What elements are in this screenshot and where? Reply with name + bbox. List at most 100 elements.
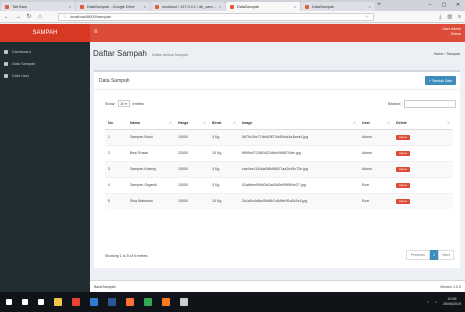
taskview-icon[interactable] <box>38 299 44 305</box>
xampp-icon[interactable] <box>162 298 170 306</box>
breadcrumb[interactable]: Home › Sampah <box>434 52 460 56</box>
tab-close-icon[interactable]: × <box>219 4 221 9</box>
word-icon[interactable] <box>108 298 116 306</box>
search-input[interactable] <box>404 100 456 108</box>
page-length-select[interactable]: 10 ▾ <box>117 100 130 107</box>
library-icon[interactable]: ▥ <box>447 14 452 20</box>
column-header[interactable]: Harga ⇅ <box>175 118 209 130</box>
menu-toggle-icon[interactable]: ≡ <box>94 29 98 35</box>
new-tab-icon[interactable]: + <box>375 2 383 11</box>
page-1-button[interactable]: 1 <box>430 250 438 260</box>
entries-label: entries <box>132 101 144 106</box>
clock[interactable]: 10:56 26/06/2019 <box>443 297 461 307</box>
menu-icon[interactable]: ≡ <box>458 14 461 20</box>
next-page-button[interactable]: Next <box>438 250 454 260</box>
forward-icon[interactable]: → <box>15 14 21 20</box>
sort-icon[interactable]: ⇅ <box>387 121 390 125</box>
maximize-button[interactable]: ▢ <box>437 0 451 11</box>
table-row: 1 Sampah Botol 10000 3 Kg 5679c3dc77db4f2ff7… <box>105 128 453 145</box>
column-header-label: Harga <box>178 121 189 126</box>
store-icon[interactable] <box>90 298 98 306</box>
sort-icon[interactable]: ⇅ <box>169 121 172 125</box>
reload-icon[interactable]: ↻ <box>26 13 32 20</box>
start-icon[interactable] <box>6 299 12 305</box>
cell-delete: Hapus <box>393 160 453 177</box>
sort-icon[interactable]: ⇅ <box>353 121 356 125</box>
column-header[interactable]: Berat ⇅ <box>209 118 239 130</box>
page-length-value: 10 <box>120 101 125 106</box>
sort-icon[interactable]: ⇅ <box>203 121 206 125</box>
address-text[interactable]: localhost/8000/sampah <box>70 14 363 19</box>
column-header[interactable]: No. <box>105 118 127 130</box>
network-icon[interactable]: ⌁ <box>427 300 429 304</box>
column-header[interactable]: Nama ⇅ <box>127 118 175 130</box>
delete-button[interactable]: Hapus <box>396 182 410 188</box>
column-header-label: Nama <box>130 121 140 126</box>
sort-icon[interactable]: ⇅ <box>233 121 236 125</box>
browser-tab[interactable]: localhost / 127.0.0.1 / db_sam... × <box>151 2 225 11</box>
delete-button[interactable]: Hapus <box>396 166 410 172</box>
table-row: 2 Besi Rusak 20000 10 Kg f6f95e07206f1622dbb… <box>105 144 453 161</box>
table-header-row: No. Nama ⇅ Harga ⇅ Berat ⇅ Image ⇅ User ⇅ Delete ⇅ <box>105 118 453 130</box>
terminal-icon[interactable] <box>180 298 188 306</box>
volume-icon[interactable]: ♪ <box>435 300 437 304</box>
cell-nama: Sisa Makanan <box>127 192 175 209</box>
browser-tab[interactable]: Tab Baru × <box>1 2 75 11</box>
cell-nama: Sampah Botol <box>127 128 175 145</box>
browser-tab[interactable]: DataSampah × <box>226 2 300 11</box>
show-label: Show <box>105 101 115 106</box>
browser-tab[interactable]: DataSampah × <box>301 2 375 11</box>
cell-delete: Hapus <box>393 176 453 193</box>
tab-close-icon[interactable]: × <box>294 4 296 9</box>
info-icon: ⓘ <box>63 13 67 19</box>
top-navbar: ≡ User Admin Online <box>90 24 465 42</box>
sidebar-item[interactable]: Data Sampah <box>0 58 90 70</box>
sidebar-item-label: Dashboard <box>12 50 31 54</box>
column-header[interactable]: Image ⇅ <box>239 118 359 130</box>
cell-harga: 20000 <box>175 144 209 161</box>
windows-taskbar <box>0 292 465 312</box>
browser-tab[interactable]: DataSampah - Google Drive × <box>76 2 150 11</box>
sidebar-item-label: Data User <box>12 74 30 78</box>
delete-button[interactable]: Hapus <box>396 134 410 140</box>
tab-label: localhost / 127.0.0.1 / db_sam... <box>162 4 216 9</box>
cell-image: f6f95e07206f1622dbb0968f70dfe.jpg <box>239 144 359 161</box>
address-bar[interactable]: ⓘ localhost/8000/sampah ☆ <box>58 12 375 21</box>
minimize-button[interactable]: – <box>423 0 437 11</box>
sidebar-item[interactable]: Dashboard <box>0 46 90 58</box>
user-menu[interactable]: User Admin Online <box>442 27 461 37</box>
search-icon[interactable] <box>22 299 28 305</box>
cell-berat: 3 Kg <box>209 176 239 193</box>
sort-icon[interactable]: ⇅ <box>447 121 450 125</box>
column-header[interactable]: Delete ⇅ <box>393 118 453 130</box>
close-window-button[interactable]: ✕ <box>451 0 465 11</box>
cell-berat: 10 Kg <box>209 192 239 209</box>
sidebar-item[interactable]: Data User <box>0 70 90 82</box>
cell-no: 1 <box>105 128 127 145</box>
firefox-icon[interactable] <box>126 298 134 306</box>
folder-icon[interactable] <box>54 298 62 306</box>
footer-version: Version 1.0.0 <box>440 284 461 289</box>
delete-button[interactable]: Hapus <box>396 150 410 156</box>
cell-image: 5679c3dc77db4f2ff72dd59cd4a3bed4.jpg <box>239 128 359 145</box>
column-header-label: Image <box>242 121 253 126</box>
dashboard-icon <box>4 50 8 54</box>
search-label: Search: <box>387 102 401 106</box>
chrome-icon[interactable] <box>72 298 80 306</box>
tab-close-icon[interactable]: × <box>369 4 371 9</box>
tab-close-icon[interactable]: × <box>144 4 146 9</box>
back-icon[interactable]: ← <box>4 14 10 20</box>
add-data-button[interactable]: + Tambah Data <box>425 76 456 85</box>
app-icon[interactable] <box>144 298 152 306</box>
tab-close-icon[interactable]: × <box>69 4 71 9</box>
downloads-icon[interactable]: ⤓ <box>439 14 441 20</box>
delete-button[interactable]: Hapus <box>396 198 410 204</box>
home-icon[interactable]: ⌂ <box>37 14 43 20</box>
cell-no: 2 <box>105 144 127 161</box>
footer-left: BankSampah <box>94 284 116 289</box>
cell-nama: Besi Rusak <box>127 144 175 161</box>
bookmark-icon[interactable]: ☆ <box>366 14 370 19</box>
column-header[interactable]: User ⇅ <box>359 118 393 130</box>
brand-logo[interactable]: SAMPAH <box>0 24 90 42</box>
previous-page-button[interactable]: Previous <box>406 250 430 260</box>
